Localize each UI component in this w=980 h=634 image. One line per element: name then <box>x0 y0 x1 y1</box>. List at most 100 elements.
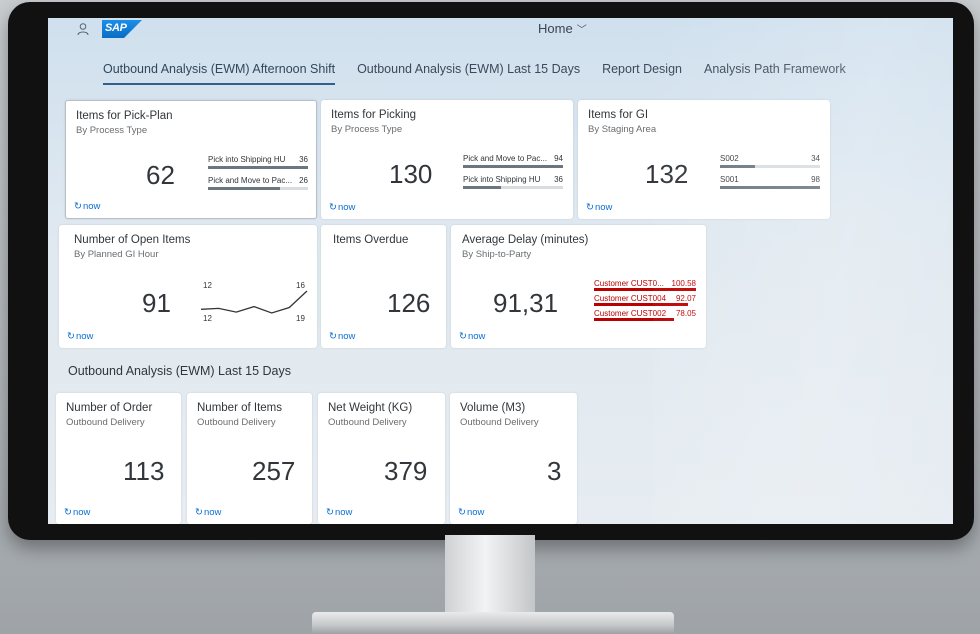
tile-subtitle: Outbound Delivery <box>328 417 407 428</box>
bar-row: Customer CUST004 92.07 <box>594 292 696 307</box>
monitor-bezel: SAP Home ﹀ Outbound Analysis (EWM) Aftern… <box>8 2 974 540</box>
bar-row: S002 34 <box>720 152 820 173</box>
refresh-indicator: ↻now <box>195 507 221 518</box>
bar-row: Pick into Shipping HU 36 <box>208 153 308 174</box>
trend-line <box>200 290 308 314</box>
refresh-indicator: ↻now <box>67 331 93 342</box>
bar-fill <box>594 303 688 306</box>
tile-title: Items Overdue <box>333 234 409 246</box>
tile-net-weight[interactable]: Net Weight (KG) Outbound Delivery 379 ↻n… <box>318 393 445 524</box>
person-icon[interactable] <box>76 22 90 36</box>
bar-track <box>594 318 696 321</box>
screen: SAP Home ﹀ Outbound Analysis (EWM) Aftern… <box>48 18 953 524</box>
refresh-text: now <box>75 331 94 342</box>
monitor-stand-neck <box>445 535 535 615</box>
tab-report-design[interactable]: Report Design <box>602 62 682 85</box>
refresh-icon: ↻ <box>195 507 203 518</box>
microchart-line <box>200 290 308 314</box>
tile-kpi: 91 <box>142 288 171 318</box>
tile-title: Number of Items <box>197 402 282 414</box>
tile-title: Volume (M3) <box>460 402 526 414</box>
refresh-indicator: ↻now <box>329 202 355 213</box>
tile-subtitle: Outbound Delivery <box>197 417 276 428</box>
bar-fill <box>208 187 280 190</box>
refresh-indicator: ↻now <box>74 201 100 212</box>
tile-kpi: 257 <box>252 456 296 486</box>
shell-title-text: Home <box>538 21 573 36</box>
tab-last-15-days[interactable]: Outbound Analysis (EWM) Last 15 Days <box>357 62 580 85</box>
bar-value: 34 <box>811 154 820 163</box>
tile-items-pick-plan[interactable]: Items for Pick-Plan By Process Type 62 P… <box>65 100 317 219</box>
refresh-text: now <box>337 202 356 213</box>
sap-logo[interactable]: SAP <box>102 20 142 38</box>
refresh-icon: ↻ <box>329 331 337 342</box>
tile-items-gi[interactable]: Items for GI By Staging Area 132 S002 34… <box>578 100 830 219</box>
tile-subtitle: Outbound Delivery <box>66 417 145 428</box>
bar-fill <box>720 186 820 189</box>
bar-row: S001 98 <box>720 173 820 194</box>
tile-kpi: 132 <box>645 159 689 189</box>
line-start-bottom-label: 12 <box>203 314 212 323</box>
bar-track <box>208 166 308 169</box>
tile-subtitle: By Staging Area <box>588 124 657 135</box>
bar-fill <box>463 186 501 189</box>
refresh-icon: ↻ <box>326 507 334 518</box>
tile-subtitle: By Process Type <box>76 125 148 136</box>
comparison-bars: Customer CUST0... 100.58 Customer CUST00… <box>594 277 696 322</box>
bar-track <box>208 187 308 190</box>
tile-open-items[interactable]: Number of Open Items By Planned GI Hour … <box>59 225 317 348</box>
refresh-text: now <box>466 507 485 518</box>
bar-value: 78.05 <box>675 309 696 318</box>
refresh-text: now <box>334 507 353 518</box>
refresh-text: now <box>82 201 101 212</box>
tab-analysis-path-framework[interactable]: Analysis Path Framework <box>704 62 846 85</box>
refresh-icon: ↻ <box>64 507 72 518</box>
tile-number-of-order[interactable]: Number of Order Outbound Delivery 113 ↻n… <box>56 393 181 524</box>
bar-track <box>594 303 696 306</box>
bar-track <box>594 288 696 291</box>
tile-kpi: 91,31 <box>493 288 559 318</box>
bar-row: Pick into Shipping HU 36 <box>463 173 563 194</box>
tile-kpi: 126 <box>387 288 431 318</box>
bar-label: Pick into Shipping HU <box>463 175 541 184</box>
bar-value: 26 <box>299 176 308 185</box>
bar-value: 92.07 <box>675 294 696 303</box>
tab-afternoon-shift[interactable]: Outbound Analysis (EWM) Afternoon Shift <box>103 62 336 85</box>
refresh-indicator: ↻now <box>326 507 352 518</box>
refresh-text: now <box>594 202 613 213</box>
tile-subtitle: By Ship-to-Party <box>462 249 532 260</box>
comparison-bars: Pick and Move to Pac... 94 Pick into Shi… <box>463 152 563 194</box>
bar-track <box>720 165 820 168</box>
monitor-stand-base <box>312 612 674 634</box>
tile-subtitle: By Process Type <box>331 124 403 135</box>
tile-title: Number of Order <box>66 402 153 414</box>
refresh-icon: ↻ <box>459 331 467 342</box>
bar-fill <box>594 288 696 291</box>
tile-kpi: 62 <box>146 160 175 190</box>
bar-label: Customer CUST002 <box>594 309 667 318</box>
refresh-text: now <box>203 507 222 518</box>
bar-value: 36 <box>554 175 563 184</box>
tile-volume[interactable]: Volume (M3) Outbound Delivery 3 ↻now <box>450 393 577 524</box>
comparison-bars: S002 34 S001 98 <box>720 152 820 194</box>
tile-subtitle: Outbound Delivery <box>460 417 539 428</box>
anchor-tabs: Outbound Analysis (EWM) Afternoon Shift … <box>103 62 868 85</box>
refresh-icon: ↻ <box>458 507 466 518</box>
line-end-bottom-label: 19 <box>296 314 305 323</box>
tile-number-of-items[interactable]: Number of Items Outbound Delivery 257 ↻n… <box>187 393 312 524</box>
section-title: Outbound Analysis (EWM) Last 15 Days <box>68 364 292 378</box>
chevron-down-icon: ﹀ <box>576 25 587 36</box>
tile-items-overdue[interactable]: Items Overdue 126 ↻now <box>321 225 446 348</box>
shell-title[interactable]: Home ﹀ <box>538 21 587 36</box>
tile-title: Number of Open Items <box>74 234 191 246</box>
refresh-icon: ↻ <box>74 201 82 212</box>
bar-row: Pick and Move to Pac... 94 <box>463 152 563 173</box>
tile-title: Net Weight (KG) <box>328 402 413 414</box>
tile-average-delay[interactable]: Average Delay (minutes) By Ship-to-Party… <box>451 225 706 348</box>
refresh-indicator: ↻now <box>329 331 355 342</box>
bar-row: Pick and Move to Pac... 26 <box>208 174 308 195</box>
bar-track <box>463 186 563 189</box>
bar-label: S002 <box>720 154 739 163</box>
tile-items-picking[interactable]: Items for Picking By Process Type 130 Pi… <box>321 100 573 219</box>
bar-value: 36 <box>299 155 308 164</box>
